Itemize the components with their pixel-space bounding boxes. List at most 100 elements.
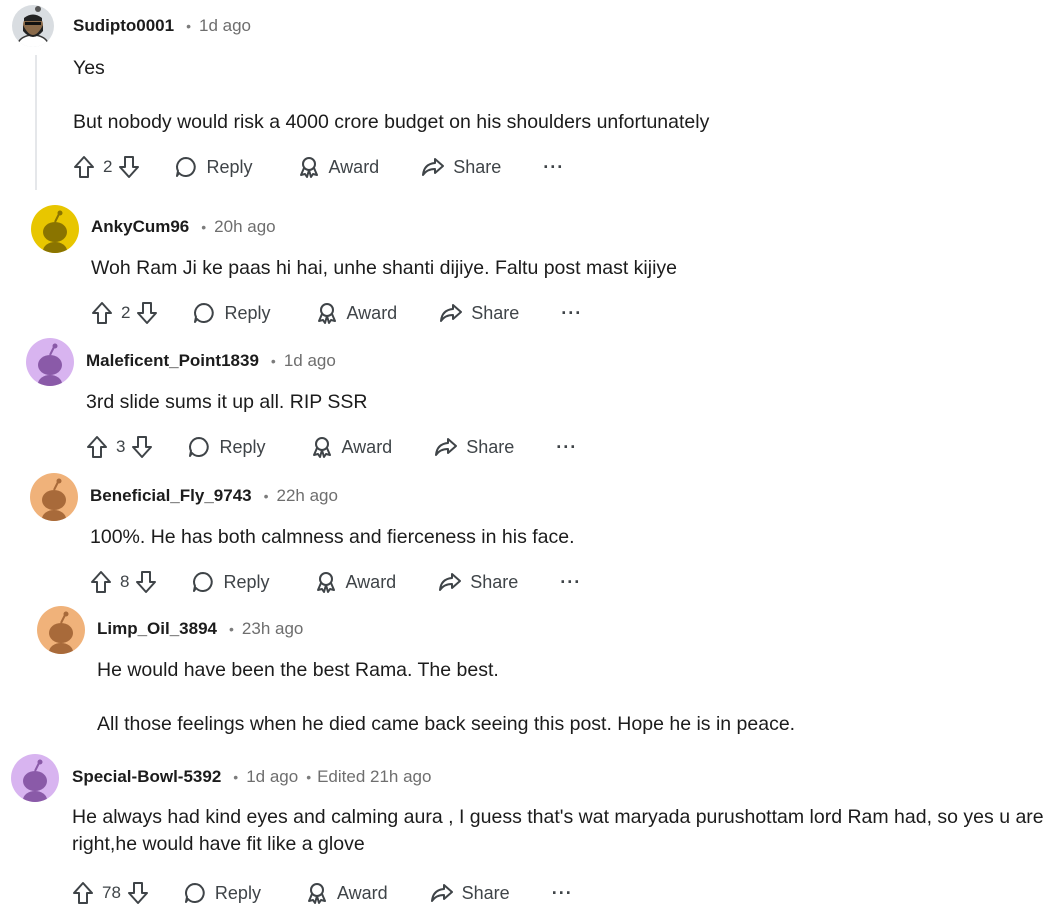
bearded-man-avatar-icon: [17, 6, 49, 47]
award-icon: [316, 572, 335, 593]
comment-paragraph: He always had kind eyes and calming aura…: [72, 806, 1044, 855]
share-label: Share: [471, 302, 520, 323]
comment-author[interactable]: Special-Bowl-5392: [72, 767, 221, 787]
reply-label: Reply: [214, 882, 261, 903]
separator-dot: •: [229, 621, 234, 637]
separator-dot: •: [201, 219, 207, 235]
reply-label: Reply: [224, 302, 271, 323]
avatar[interactable]: [26, 338, 74, 386]
downvote-button[interactable]: [131, 435, 153, 459]
share-button[interactable]: Share: [434, 435, 514, 459]
comment-author[interactable]: AnkyCum96: [91, 217, 189, 237]
upvote-button[interactable]: [86, 435, 108, 459]
separator-dot: •: [263, 488, 269, 504]
comment-time[interactable]: 20h ago: [214, 217, 275, 237]
vote-count: 78: [102, 883, 121, 902]
award-icon: [317, 303, 336, 324]
avatar[interactable]: [11, 754, 59, 802]
award-button[interactable]: Award: [305, 881, 388, 905]
downvote-icon: [136, 571, 157, 593]
snoo-avatar-icon: [38, 343, 62, 386]
separator-dot: •: [233, 769, 239, 785]
share-button[interactable]: Share: [430, 881, 510, 905]
downvote-button[interactable]: [136, 301, 158, 325]
comment-author[interactable]: Maleficent_Point1839: [86, 351, 259, 371]
comment-body: 100%. He has both calmness and fiercenes…: [90, 524, 575, 551]
separator-dot: •: [306, 769, 312, 785]
comment-time[interactable]: 1d ago: [246, 767, 298, 787]
avatar[interactable]: [30, 473, 78, 521]
comment-bubble-icon: [194, 303, 215, 323]
upvote-button[interactable]: [91, 301, 113, 325]
upvote-button[interactable]: [73, 155, 95, 179]
more-options-button[interactable]: ···: [556, 437, 577, 458]
comment-body: He always had kind eyes and calming aura…: [72, 804, 1052, 858]
upvote-button[interactable]: [90, 570, 112, 594]
share-icon: [430, 884, 453, 902]
upvote-icon: [91, 571, 111, 593]
more-options-button[interactable]: ···: [561, 303, 582, 324]
downvote-button[interactable]: [118, 155, 140, 179]
comment-time[interactable]: 1d ago: [284, 351, 336, 371]
share-icon: [422, 158, 445, 176]
edited-label: Edited 21h ago: [317, 767, 432, 786]
share-label: Share: [461, 882, 510, 903]
comment-body: Yes But nobody would risk a 4000 crore b…: [73, 55, 709, 136]
award-label: Award: [328, 156, 380, 177]
reply-button[interactable]: Reply: [174, 155, 253, 179]
award-label: Award: [336, 882, 388, 903]
award-label: Award: [346, 302, 398, 323]
snoo-avatar-icon: [43, 210, 67, 253]
separator-dot: •: [270, 353, 276, 369]
award-button[interactable]: Award: [297, 155, 380, 179]
comment-body: 3rd slide sums it up all. RIP SSR: [86, 389, 367, 416]
share-icon: [435, 438, 458, 456]
downvote-icon: [119, 156, 140, 178]
comment-paragraph: All those feelings when he died came bac…: [97, 713, 796, 735]
comment-author[interactable]: Sudipto0001: [73, 16, 174, 36]
upvote-icon: [87, 436, 107, 458]
reply-button[interactable]: Reply: [192, 301, 271, 325]
award-button[interactable]: Award: [310, 435, 393, 459]
share-button[interactable]: Share: [421, 155, 501, 179]
avatar[interactable]: [37, 606, 85, 654]
share-label: Share: [466, 436, 515, 457]
downvote-icon: [127, 882, 148, 904]
award-icon: [299, 157, 318, 178]
comment-author[interactable]: Limp_Oil_3894: [97, 619, 217, 639]
award-button[interactable]: Award: [314, 570, 397, 594]
downvote-button[interactable]: [127, 881, 149, 905]
award-icon: [312, 437, 331, 458]
comment-time[interactable]: 1d ago: [199, 16, 251, 36]
comment-bubble-icon: [193, 572, 214, 592]
more-options-button[interactable]: ···: [560, 572, 581, 593]
more-options-button[interactable]: ···: [552, 883, 573, 904]
comment-paragraph: Yes: [73, 57, 105, 79]
more-options-button[interactable]: ···: [543, 157, 564, 178]
share-button[interactable]: Share: [438, 570, 518, 594]
award-label: Award: [345, 571, 397, 592]
downvote-icon: [137, 302, 158, 324]
award-label: Award: [341, 436, 393, 457]
reply-button[interactable]: Reply: [191, 570, 270, 594]
comment-author[interactable]: Beneficial_Fly_9743: [90, 486, 252, 506]
comment-time[interactable]: 22h ago: [277, 486, 338, 506]
vote-count: 2: [103, 157, 113, 176]
reply-button[interactable]: Reply: [183, 881, 261, 905]
reply-label: Reply: [223, 571, 270, 592]
award-icon: [307, 883, 326, 904]
comment-bubble-icon: [176, 157, 197, 177]
share-button[interactable]: Share: [439, 301, 519, 325]
comment-bubble-icon: [189, 437, 210, 457]
avatar[interactable]: [31, 205, 79, 253]
comment-actions: 2 Reply Award Share ···: [91, 301, 582, 325]
upvote-button[interactable]: [72, 881, 94, 905]
award-button[interactable]: Award: [315, 301, 398, 325]
comment-time[interactable]: 23h ago: [242, 619, 303, 639]
avatar[interactable]: [12, 5, 54, 47]
reply-button[interactable]: Reply: [187, 435, 266, 459]
comment-actions: 3 Reply Award Share ···: [86, 435, 577, 459]
share-icon: [440, 304, 463, 322]
thread-line: [35, 55, 37, 190]
downvote-button[interactable]: [135, 570, 157, 594]
